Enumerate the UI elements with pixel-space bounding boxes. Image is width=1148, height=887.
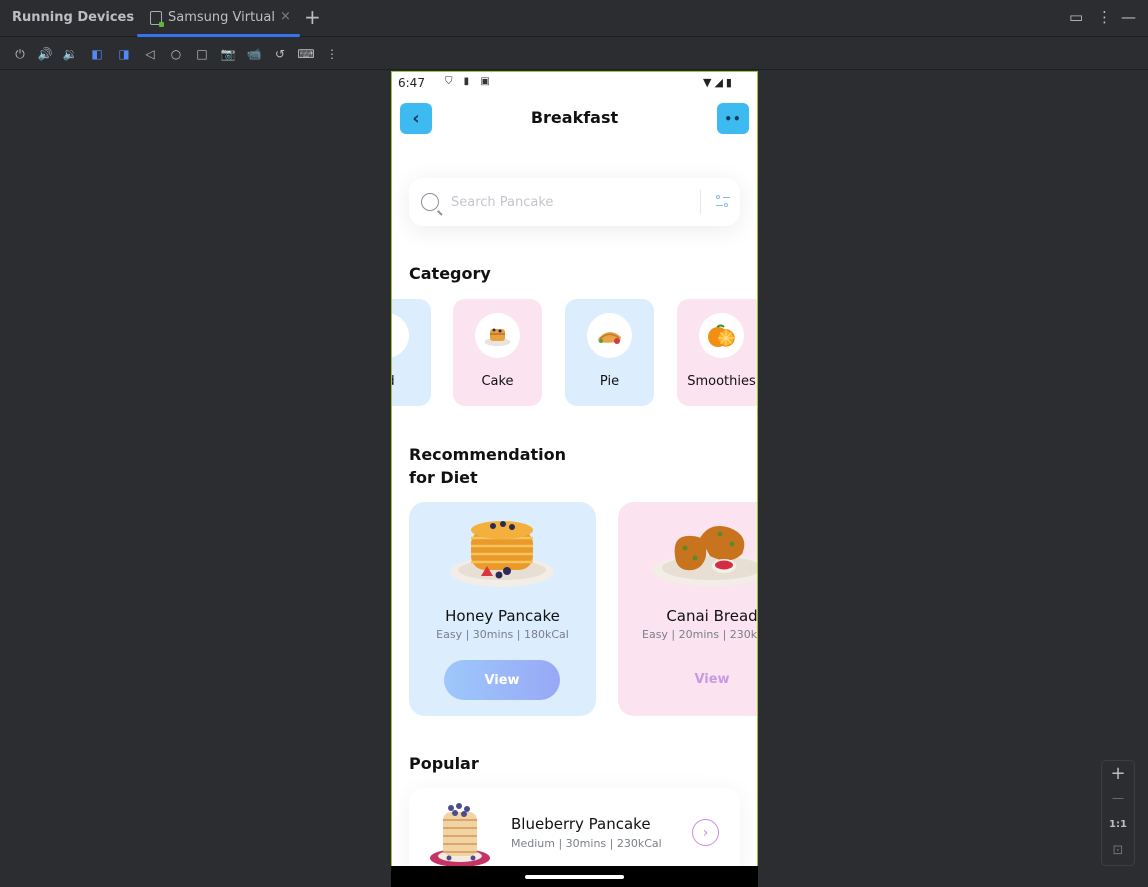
volume-down-icon[interactable]: 🔉 xyxy=(62,46,78,62)
recommendation-card-honey-pancake[interactable]: Honey Pancake Easy | 30mins | 180kCal Vi… xyxy=(409,502,596,716)
popular-item-blueberry-pancake[interactable]: Blueberry Pancake Medium | 30mins | 230k… xyxy=(409,788,740,866)
overview-icon[interactable]: □ xyxy=(194,46,210,62)
zoom-out-icon[interactable]: — xyxy=(1102,791,1134,805)
bread-image xyxy=(652,525,757,586)
volume-up-icon[interactable]: 🔊 xyxy=(37,46,53,62)
close-icon[interactable]: × xyxy=(280,9,291,24)
options-icon[interactable]: ⋮ xyxy=(1097,8,1112,26)
more-icon[interactable]: ⋮ xyxy=(324,46,340,62)
ide-title-bar: Running Devices Samsung Virtual × + ▭ ⋮ … xyxy=(0,0,1148,37)
device-nav-bar xyxy=(391,866,758,887)
back-icon[interactable]: ◁ xyxy=(142,46,158,62)
filter-icon[interactable] xyxy=(716,195,730,209)
minimize-icon[interactable]: — xyxy=(1121,8,1136,26)
recipe-meta: Easy | 20mins | 230k xyxy=(642,628,758,641)
view-button[interactable]: View xyxy=(618,672,757,687)
recommendation-title-line2: for Diet xyxy=(409,468,478,487)
search-divider xyxy=(700,190,701,214)
add-tab-icon[interactable]: + xyxy=(304,5,321,29)
running-devices-title: Running Devices xyxy=(12,10,135,25)
popular-title: Popular xyxy=(409,754,479,773)
category-card-cake[interactable]: Cake xyxy=(453,299,542,406)
category-label: Smoothies xyxy=(687,374,756,389)
maximize-icon[interactable]: ▭ xyxy=(1069,8,1083,26)
home-icon[interactable]: ○ xyxy=(168,46,184,62)
zoom-fit-icon[interactable]: ⊡ xyxy=(1102,843,1134,858)
category-label: Cake xyxy=(481,374,514,389)
category-card-smoothies[interactable]: Smoothies xyxy=(677,299,757,406)
status-time: 6:47 xyxy=(398,76,425,90)
search-bar xyxy=(409,178,740,226)
more-button[interactable]: •• xyxy=(717,103,749,134)
home-gesture-bar[interactable] xyxy=(525,875,624,879)
emulator-toolbar: ⏻ 🔊 🔉 ◧ ◨ ◁ ○ □ 📷 📹 ↺ ⌨ ⋮ xyxy=(0,38,1148,70)
tab-active-indicator xyxy=(137,34,300,37)
notification-icons: ⛉ ▮ ▣ xyxy=(445,76,494,87)
reset-icon[interactable]: ↺ xyxy=(272,46,288,62)
screenshot-icon[interactable]: 📷 xyxy=(220,46,236,62)
dots-icon: •• xyxy=(724,111,742,126)
pie-icon xyxy=(587,313,632,358)
device-icon xyxy=(150,11,164,27)
category-card-pie[interactable]: Pie xyxy=(565,299,654,406)
power-icon[interactable]: ⏻ xyxy=(12,46,28,62)
screen-record-icon[interactable]: 📹 xyxy=(246,46,262,62)
recommendation-card-canai-bread[interactable]: Canai Bread Easy | 20mins | 230k View xyxy=(618,502,758,716)
zoom-in-icon[interactable]: + xyxy=(1102,763,1134,784)
orange-icon xyxy=(699,313,744,358)
rotate-right-icon[interactable]: ◨ xyxy=(116,46,132,62)
recipe-name: Canai Bread xyxy=(666,607,758,625)
blueberry-pancake-image xyxy=(430,803,490,866)
salad-icon xyxy=(392,313,409,358)
search-icon xyxy=(421,193,439,211)
tab-samsung-virtual[interactable]: Samsung Virtual × xyxy=(137,0,300,37)
status-bar: 6:47 ⛉ ▮ ▣ ▼◢▮ xyxy=(392,72,757,94)
category-label: ad xyxy=(392,374,431,389)
recommendation-title: Recommendation for Diet xyxy=(409,443,566,489)
recipe-name: Blueberry Pancake xyxy=(511,815,651,833)
category-card-salad[interactable]: ad xyxy=(392,299,431,406)
search-input[interactable] xyxy=(451,192,691,212)
tab-label: Samsung Virtual xyxy=(168,10,275,25)
recipe-meta: Easy | 30mins | 180kCal xyxy=(436,628,569,641)
view-button[interactable]: View xyxy=(444,660,560,700)
recipe-meta: Medium | 30mins | 230kCal xyxy=(511,837,662,850)
recipe-name: Honey Pancake xyxy=(445,607,560,625)
rotate-left-icon[interactable]: ◧ xyxy=(89,46,105,62)
device-screen: 6:47 ⛉ ▮ ▣ ▼◢▮ ‹ Breakfast •• Category a… xyxy=(391,71,758,867)
keyboard-icon[interactable]: ⌨ xyxy=(297,46,314,62)
system-icons: ▼◢▮ xyxy=(703,76,735,89)
cake-icon xyxy=(475,313,520,358)
category-label: Pie xyxy=(599,374,620,389)
zoom-controls: + — 1:1 ⊡ xyxy=(1101,760,1135,866)
recommendation-title-line1: Recommendation xyxy=(409,445,566,464)
page-title: Breakfast xyxy=(530,108,619,127)
pancake-image xyxy=(450,521,554,587)
zoom-actual-size-button[interactable]: 1:1 xyxy=(1102,819,1134,830)
chevron-right-icon[interactable]: › xyxy=(692,819,719,846)
category-title: Category xyxy=(409,264,491,283)
